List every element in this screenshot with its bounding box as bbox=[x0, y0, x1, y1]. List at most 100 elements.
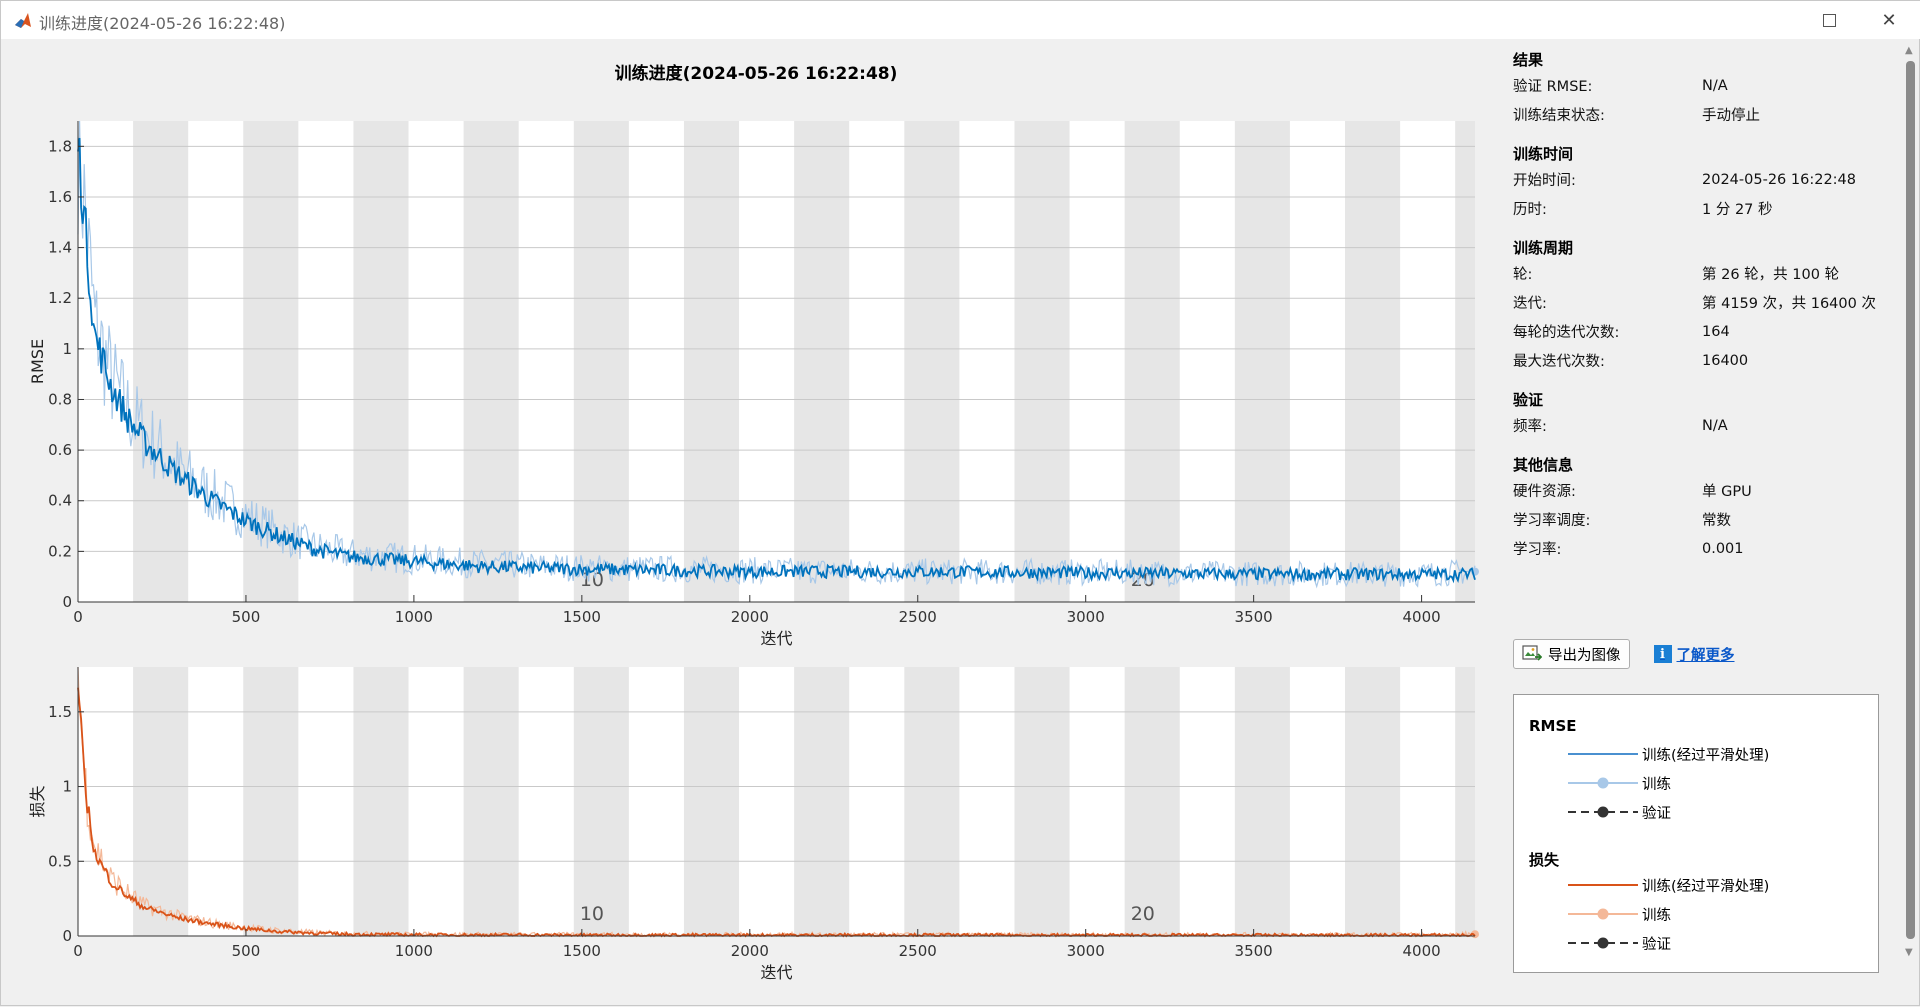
results-title: 结果 bbox=[1513, 51, 1544, 69]
legend-validation-marker-icon bbox=[1568, 806, 1638, 818]
x-tick-label: 4000 bbox=[1402, 608, 1440, 626]
epoch-band bbox=[243, 667, 299, 936]
info-row: 开始时间: 2024-05-26 16:22:48 bbox=[1513, 165, 1893, 194]
close-icon: ✕ bbox=[1881, 9, 1897, 31]
info-value: 第 4159 次，共 16400 次 bbox=[1702, 296, 1876, 312]
info-value: 0.001 bbox=[1702, 540, 1744, 557]
time-title: 训练时间 bbox=[1513, 145, 1574, 163]
epoch-band bbox=[683, 667, 740, 936]
vertical-scrollbar[interactable]: ▲ ▼ bbox=[1901, 43, 1919, 963]
y-tick-label: 0.5 bbox=[48, 852, 72, 870]
info-key: 开始时间: bbox=[1513, 173, 1576, 189]
learn-more-label: 了解更多 bbox=[1676, 647, 1735, 664]
info-key: 每轮的迭代次数: bbox=[1513, 325, 1620, 341]
action-row: 导出为图像 i 了解更多 bbox=[1513, 639, 1735, 669]
export-image-button[interactable]: 导出为图像 bbox=[1513, 639, 1630, 669]
close-button[interactable]: ✕ bbox=[1861, 1, 1917, 39]
x-tick-label: 3500 bbox=[1235, 942, 1273, 960]
info-row: 学习率调度: 常数 bbox=[1513, 505, 1893, 534]
legend-validation-marker-icon bbox=[1568, 937, 1638, 949]
x-tick-label: 4000 bbox=[1402, 942, 1440, 960]
legend-panel: RMSE 训练(经过平滑处理) 训练 验证 损失 训练(经过平滑处理) 训练 验… bbox=[1513, 694, 1879, 973]
info-row: 训练结束状态: 手动停止 bbox=[1513, 100, 1893, 129]
info-value: 16400 bbox=[1702, 352, 1749, 369]
info-key: 频率: bbox=[1513, 419, 1547, 435]
legend-item: 训练 bbox=[1568, 772, 1671, 794]
x-tick-label: 2500 bbox=[899, 942, 937, 960]
epoch-band bbox=[1455, 121, 1475, 602]
y-tick-label: 0.8 bbox=[48, 390, 72, 408]
info-value: 手动停止 bbox=[1702, 108, 1760, 124]
info-value: 单 GPU bbox=[1702, 484, 1752, 500]
legend-train-marker-icon bbox=[1568, 777, 1638, 789]
epoch-band bbox=[794, 121, 850, 602]
y-tick-label: 0 bbox=[62, 927, 72, 945]
export-image-icon bbox=[1522, 645, 1542, 661]
legend-label: 训练 bbox=[1642, 776, 1671, 793]
epoch-band bbox=[353, 121, 409, 602]
export-image-label: 导出为图像 bbox=[1548, 647, 1621, 664]
legend-item: 验证 bbox=[1568, 801, 1671, 823]
learn-more-link[interactable]: i 了解更多 bbox=[1653, 644, 1735, 665]
y-axis-label: RMSE bbox=[28, 339, 47, 384]
info-value: 第 26 轮，共 100 轮 bbox=[1702, 267, 1840, 283]
info-row: 学习率: 0.001 bbox=[1513, 534, 1893, 563]
info-row: 迭代: 第 4159 次，共 16400 次 bbox=[1513, 288, 1893, 317]
y-tick-label: 0.2 bbox=[48, 542, 72, 560]
epoch-band bbox=[1345, 121, 1401, 602]
epoch-band bbox=[794, 667, 850, 936]
y-tick-label: 1.4 bbox=[48, 239, 72, 257]
epoch-band bbox=[573, 667, 629, 936]
epoch-band bbox=[1455, 667, 1475, 936]
x-tick-label: 500 bbox=[232, 608, 261, 626]
x-tick-label: 1500 bbox=[563, 942, 601, 960]
y-tick-label: 0 bbox=[62, 593, 72, 611]
info-key: 轮: bbox=[1513, 267, 1533, 283]
x-tick-label: 3000 bbox=[1067, 608, 1105, 626]
y-tick-label: 1.8 bbox=[48, 137, 72, 155]
legend-label: 训练 bbox=[1642, 907, 1671, 924]
x-tick-label: 3000 bbox=[1067, 942, 1105, 960]
info-value: N/A bbox=[1702, 77, 1728, 94]
x-tick-label: 500 bbox=[232, 942, 261, 960]
info-row: 最大迭代次数: 16400 bbox=[1513, 346, 1893, 375]
training-progress-window: 训练进度(2024-05-26 16:22:48) ✕ 训练进度(2024-05… bbox=[0, 0, 1920, 1006]
epoch-band bbox=[1124, 667, 1180, 936]
info-key: 验证 RMSE: bbox=[1513, 79, 1593, 95]
epoch-band bbox=[463, 667, 519, 936]
legend-label: 验证 bbox=[1642, 936, 1671, 953]
maximize-icon bbox=[1822, 13, 1836, 27]
x-tick-label: 1500 bbox=[563, 608, 601, 626]
info-key: 最大迭代次数: bbox=[1513, 354, 1605, 370]
scroll-up-icon[interactable]: ▲ bbox=[1905, 45, 1913, 56]
epoch-band bbox=[1014, 667, 1070, 936]
epoch-band bbox=[133, 121, 189, 602]
info-value: 164 bbox=[1702, 323, 1730, 340]
maximize-button[interactable] bbox=[1801, 1, 1857, 39]
legend-smoothed-line-icon bbox=[1568, 753, 1638, 755]
legend-label: 训练(经过平滑处理) bbox=[1642, 747, 1770, 764]
y-axis-label: 损失 bbox=[28, 785, 47, 817]
epoch-label: 20 bbox=[1131, 903, 1155, 925]
info-row: 轮: 第 26 轮，共 100 轮 bbox=[1513, 259, 1893, 288]
y-tick-label: 1 bbox=[62, 778, 72, 796]
x-tick-label: 0 bbox=[73, 942, 83, 960]
info-value: 2024-05-26 16:22:48 bbox=[1702, 171, 1856, 188]
epoch-label: 10 bbox=[580, 903, 604, 925]
info-row: 频率: N/A bbox=[1513, 411, 1893, 440]
info-key: 硬件资源: bbox=[1513, 484, 1576, 500]
epoch-band bbox=[904, 121, 960, 602]
scroll-down-icon[interactable]: ▼ bbox=[1905, 947, 1913, 958]
info-icon: i bbox=[1653, 645, 1672, 663]
legend-smoothed-line-icon bbox=[1568, 884, 1638, 886]
info-row: 验证 RMSE: N/A bbox=[1513, 71, 1893, 100]
y-tick-label: 0.4 bbox=[48, 492, 72, 510]
x-tick-label: 0 bbox=[73, 608, 83, 626]
epoch-band bbox=[463, 121, 519, 602]
epoch-band bbox=[1234, 121, 1290, 602]
info-key: 迭代: bbox=[1513, 296, 1547, 312]
epoch-band bbox=[353, 667, 409, 936]
info-row: 硬件资源: 单 GPU bbox=[1513, 476, 1893, 505]
epoch-band bbox=[1124, 121, 1180, 602]
scroll-thumb[interactable] bbox=[1906, 61, 1915, 939]
